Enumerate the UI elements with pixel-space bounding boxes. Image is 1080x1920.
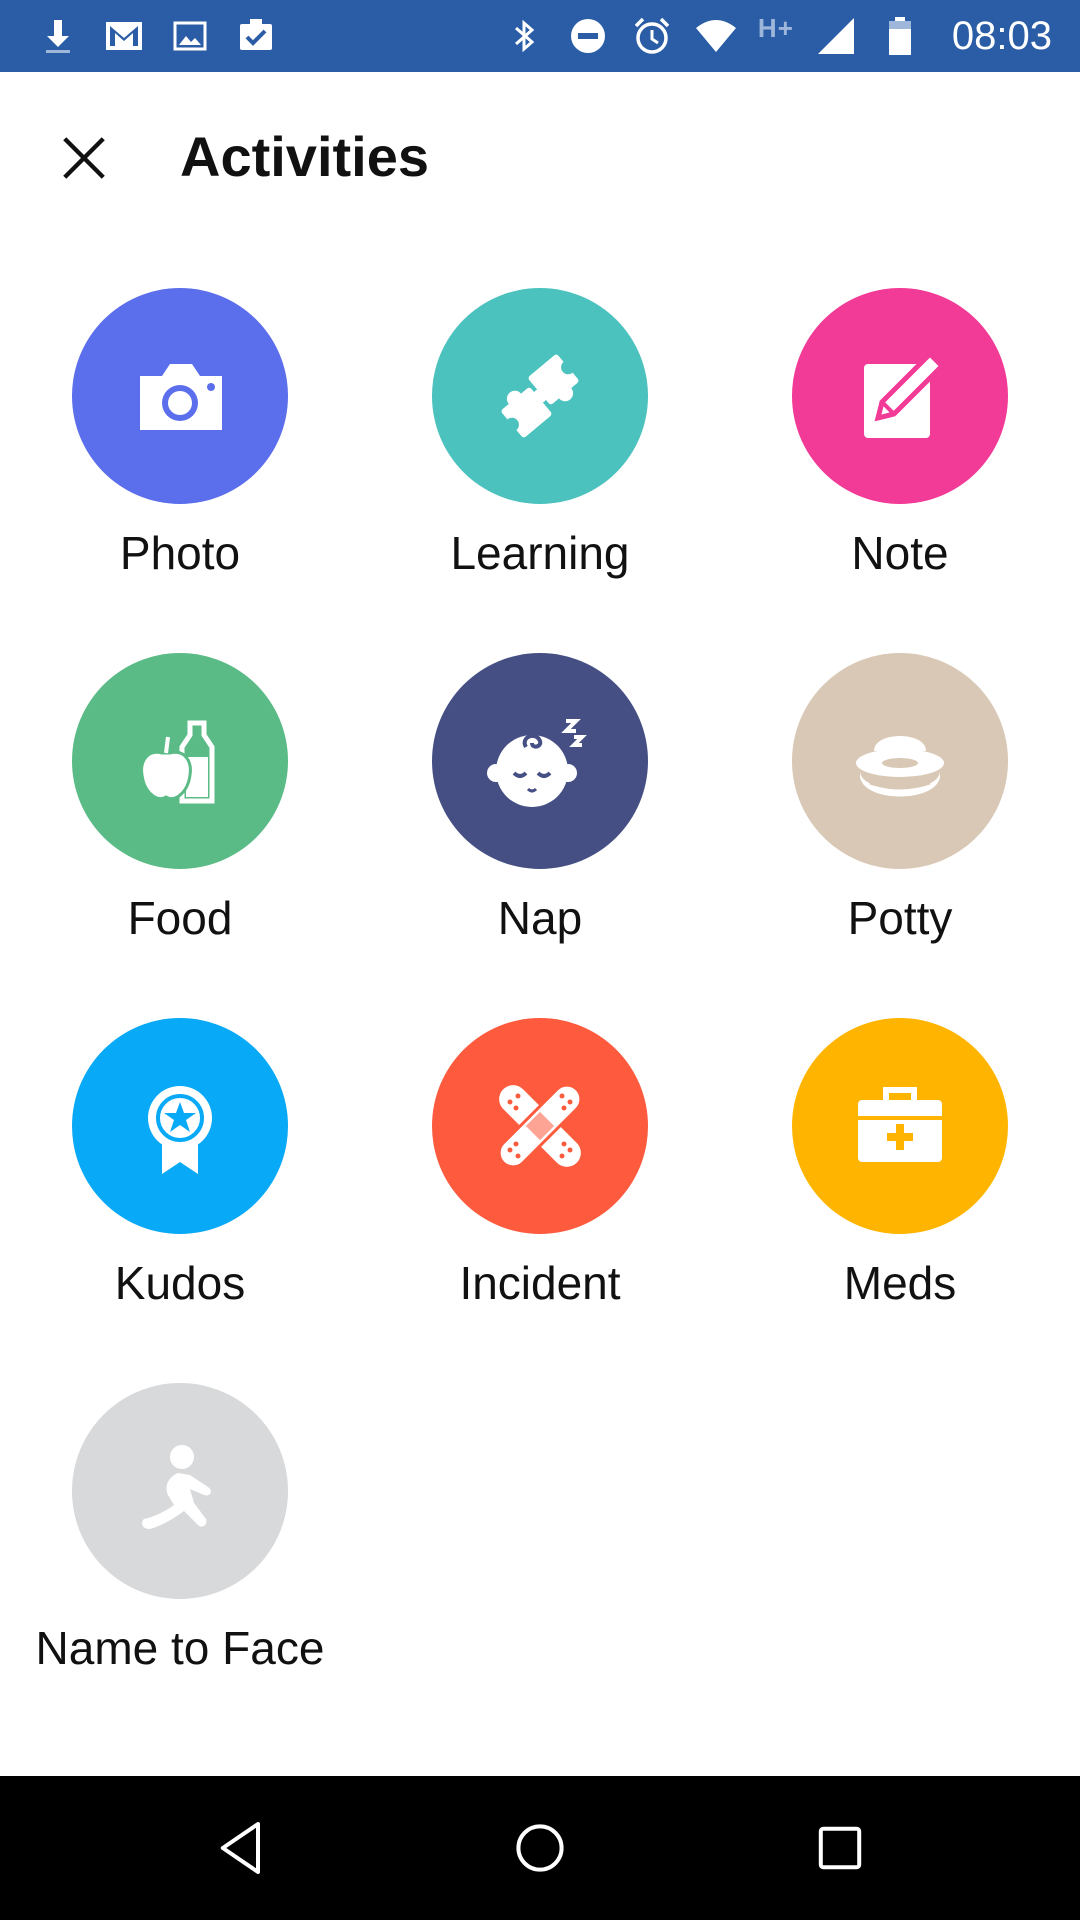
activity-note[interactable]: Note bbox=[720, 288, 1080, 618]
activity-learning[interactable]: Learning bbox=[360, 288, 720, 618]
clock: 08:03 bbox=[951, 13, 1052, 58]
activity-meds[interactable]: Meds bbox=[720, 1018, 1080, 1348]
activity-label: Name to Face bbox=[35, 1622, 325, 1674]
recents-button[interactable] bbox=[800, 1808, 880, 1888]
do-not-disturb-icon bbox=[566, 14, 610, 58]
potty-icon bbox=[792, 653, 1008, 869]
activity-nap[interactable]: Nap bbox=[360, 653, 720, 983]
gmail-icon bbox=[102, 14, 146, 58]
activity-kudos[interactable]: Kudos bbox=[0, 1018, 360, 1348]
activity-label: Note bbox=[851, 527, 949, 579]
apple-bottle-icon bbox=[72, 653, 288, 869]
page-title: Activities bbox=[180, 125, 429, 188]
sleeping-baby-icon bbox=[432, 653, 648, 869]
clipboard-check-icon bbox=[234, 14, 278, 58]
navigation-bar bbox=[0, 1776, 1080, 1920]
image-icon bbox=[168, 14, 212, 58]
note-pencil-icon bbox=[792, 288, 1008, 504]
activity-food[interactable]: Food bbox=[0, 653, 360, 983]
recents-icon bbox=[818, 1826, 862, 1870]
activity-label: Meds bbox=[843, 1257, 957, 1309]
bluetooth-icon bbox=[502, 14, 546, 58]
home-icon bbox=[516, 1824, 564, 1872]
activity-label: Incident bbox=[459, 1257, 621, 1309]
activity-incident[interactable]: Incident bbox=[360, 1018, 720, 1348]
download-icon bbox=[36, 14, 80, 58]
activity-label: Nap bbox=[497, 892, 583, 944]
running-person-icon bbox=[72, 1383, 288, 1599]
wifi-icon bbox=[694, 14, 738, 58]
activity-photo[interactable]: Photo bbox=[0, 288, 360, 618]
cell-signal-icon bbox=[814, 14, 858, 58]
activity-name-to-face[interactable]: Name to Face bbox=[0, 1383, 360, 1713]
back-button[interactable] bbox=[202, 1808, 282, 1888]
activity-potty[interactable]: Potty bbox=[720, 653, 1080, 983]
bandage-icon bbox=[432, 1018, 648, 1234]
activity-label: Potty bbox=[847, 892, 953, 944]
battery-icon bbox=[878, 14, 922, 58]
status-bar: H+ 08:03 bbox=[0, 0, 1080, 72]
network-type: H+ bbox=[757, 12, 794, 43]
close-icon bbox=[63, 137, 105, 179]
home-button[interactable] bbox=[500, 1808, 580, 1888]
medkit-icon bbox=[792, 1018, 1008, 1234]
activity-label: Food bbox=[127, 892, 233, 944]
close-button[interactable] bbox=[52, 126, 116, 190]
back-icon bbox=[220, 1822, 260, 1874]
alarm-icon bbox=[630, 14, 674, 58]
app-header: Activities bbox=[0, 72, 1080, 242]
award-ribbon-icon bbox=[72, 1018, 288, 1234]
activity-label: Learning bbox=[450, 527, 630, 579]
puzzle-icon bbox=[432, 288, 648, 504]
activity-label: Kudos bbox=[114, 1257, 246, 1309]
activity-label: Photo bbox=[119, 527, 241, 579]
camera-icon bbox=[72, 288, 288, 504]
